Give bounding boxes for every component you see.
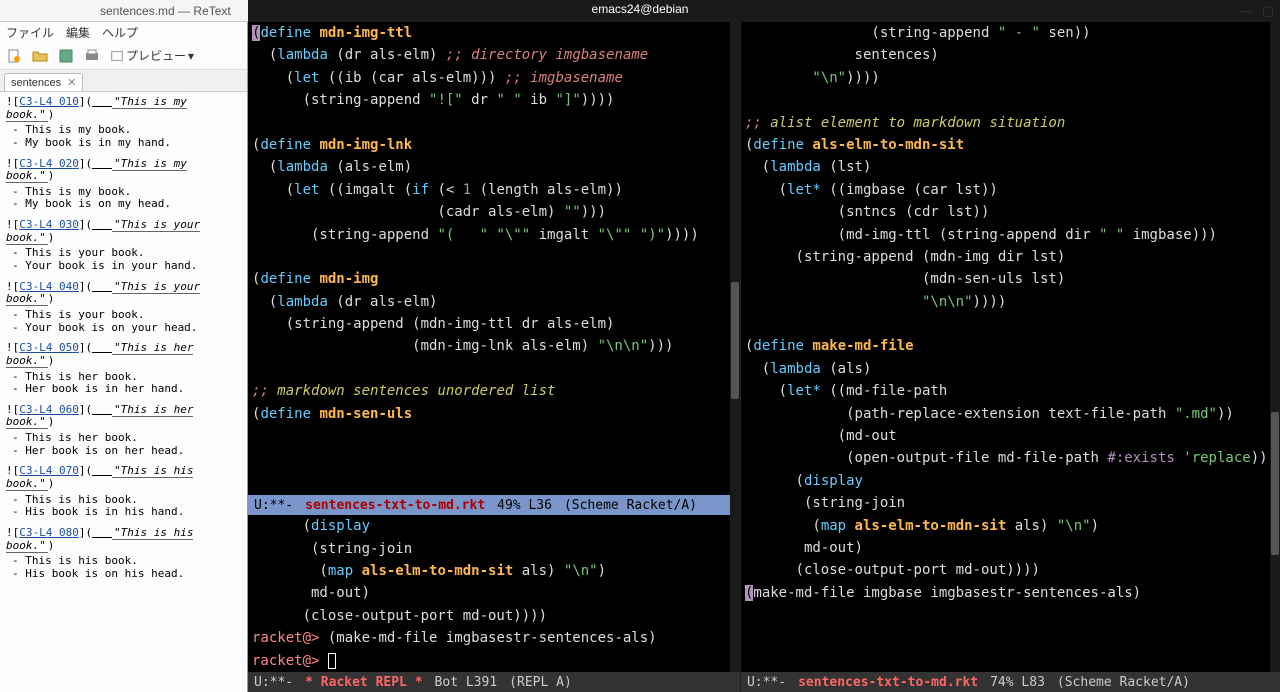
modeline-position: 74% L83	[990, 675, 1045, 690]
modeline-mode: (Scheme Racket/A)	[564, 498, 697, 513]
repl-left[interactable]: (display (string-join (map als-elm-to-md…	[248, 515, 740, 672]
code-editor-left[interactable]: (define mdn-img-ttl (lambda (dr als-elm)…	[248, 22, 740, 495]
retext-tabbar: sentences ✕	[0, 70, 247, 92]
image-tag-link[interactable]: C3-L4 050	[19, 341, 79, 354]
emacs-right-pane: (string-append " - " sen)) sentences) "\…	[740, 22, 1280, 692]
image-tag-link[interactable]: C3-L4 010	[19, 95, 79, 108]
retext-entry: ![C3-L4 060]( "This is her book.")- This…	[6, 404, 241, 458]
print-icon[interactable]	[84, 48, 100, 64]
image-tag-link[interactable]: C3-L4 060	[19, 403, 79, 416]
tab-sentences[interactable]: sentences ✕	[4, 73, 83, 91]
retext-entry: ![C3-L4 070]( "This is his book.")- This…	[6, 465, 241, 519]
modeline-file: * Racket REPL *	[305, 675, 422, 690]
close-icon[interactable]: ✕	[67, 76, 76, 89]
image-tag-link[interactable]: C3-L4 020	[19, 157, 79, 170]
minimize-button[interactable]: —	[1239, 3, 1252, 19]
code-editor-right[interactable]: (string-append " - " sen)) sentences) "\…	[741, 22, 1280, 672]
menu-help[interactable]: ヘルプ	[102, 24, 138, 41]
open-file-icon[interactable]	[32, 48, 48, 64]
retext-entry: ![C3-L4 080]( "This is his book.")- This…	[6, 527, 241, 581]
image-tag-link[interactable]: C3-L4 030	[19, 218, 79, 231]
retext-window-title: sentences.md — ReText	[100, 4, 231, 18]
retext-entry: ![C3-L4 010]( "This is my book.")- This …	[6, 96, 241, 150]
new-file-icon[interactable]	[6, 48, 22, 64]
tab-label: sentences	[11, 77, 61, 89]
emacs-app: (define mdn-img-ttl (lambda (dr als-elm)…	[248, 22, 1280, 692]
retext-toolbar: プレビュー ▾	[0, 42, 247, 70]
emacs-left-pane: (define mdn-img-ttl (lambda (dr als-elm)…	[248, 22, 740, 692]
image-tag-link[interactable]: C3-L4 080	[19, 526, 79, 539]
retext-entry: ![C3-L4 020]( "This is my book.")- This …	[6, 158, 241, 212]
retext-app: ファイル 編集 ヘルプ プレビュー ▾	[0, 22, 248, 692]
titlebar: sentences.md — ReText emacs24@debian — ▢	[0, 0, 1280, 22]
modeline-right: U:**- sentences-txt-to-md.rkt 74% L83 (S…	[741, 672, 1280, 692]
modeline-status: U:**-	[254, 675, 293, 690]
image-tag-link[interactable]: C3-L4 040	[19, 280, 79, 293]
main-area: ファイル 編集 ヘルプ プレビュー ▾	[0, 22, 1280, 692]
save-icon[interactable]	[58, 48, 74, 64]
modeline-left-bottom: U:**- * Racket REPL * Bot L391 (REPL A)	[248, 672, 740, 692]
emacs-split: (define mdn-img-ttl (lambda (dr als-elm)…	[248, 22, 1280, 692]
modeline-position: 49% L36	[497, 498, 552, 513]
scrollbar[interactable]	[730, 22, 740, 672]
modeline-file: sentences-txt-to-md.rkt	[798, 675, 978, 690]
window-controls: — ▢	[1239, 3, 1274, 19]
modeline-position: Bot L391	[435, 675, 498, 690]
modeline-left-top: U:**- sentences-txt-to-md.rkt 49% L36 (S…	[248, 495, 740, 515]
retext-document[interactable]: ![C3-L4 010]( "This is my book.")- This …	[0, 92, 247, 692]
emacs-window-title: emacs24@debian	[592, 2, 689, 16]
modeline-mode: (REPL A)	[509, 675, 572, 690]
modeline-status: U:**-	[747, 675, 786, 690]
retext-entry: ![C3-L4 050]( "This is her book.")- This…	[6, 342, 241, 396]
preview-button[interactable]: プレビュー ▾	[110, 47, 194, 64]
image-tag-link[interactable]: C3-L4 070	[19, 464, 79, 477]
maximize-button[interactable]: ▢	[1262, 3, 1274, 19]
retext-entry: ![C3-L4 030]( "This is your book.")- Thi…	[6, 219, 241, 273]
menu-edit[interactable]: 編集	[66, 24, 90, 41]
scrollbar[interactable]	[1270, 22, 1280, 672]
modeline-mode: (Scheme Racket/A)	[1057, 675, 1190, 690]
modeline-file: sentences-txt-to-md.rkt	[305, 498, 485, 513]
modeline-status: U:**-	[254, 498, 293, 513]
retext-entry: ![C3-L4 040]( "This is your book.")- Thi…	[6, 281, 241, 335]
retext-menubar: ファイル 編集 ヘルプ	[0, 22, 247, 42]
menu-file[interactable]: ファイル	[6, 24, 54, 41]
